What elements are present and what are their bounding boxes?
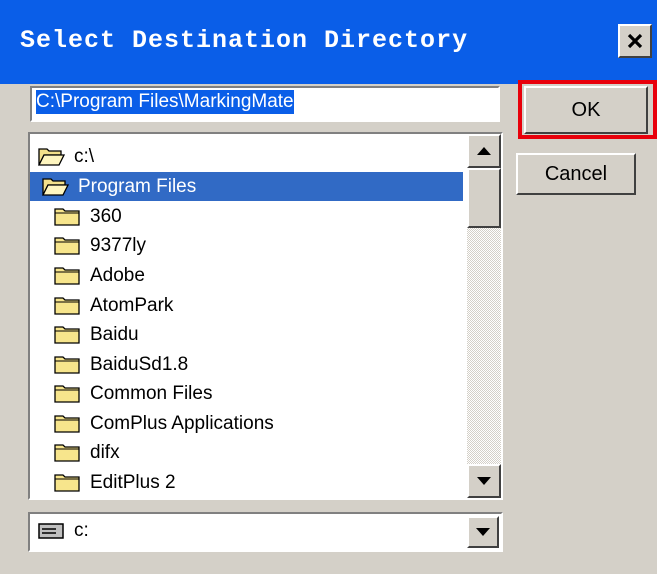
directory-item[interactable]: ComPlus Applications bbox=[30, 409, 463, 438]
directory-item-label: c:\ bbox=[74, 145, 95, 167]
folder-icon bbox=[54, 267, 80, 285]
directory-item-label: Baidu bbox=[90, 323, 139, 345]
directory-item-label: Common Files bbox=[90, 382, 213, 404]
down-arrow-icon bbox=[477, 477, 491, 485]
directory-item[interactable]: 9377ly bbox=[30, 231, 463, 260]
folder-icon bbox=[54, 415, 80, 433]
directory-item[interactable]: Common Files bbox=[30, 379, 463, 408]
directory-item[interactable]: BaiduSd1.8 bbox=[30, 350, 463, 379]
directory-item-label: EditPlus 2 bbox=[90, 471, 176, 493]
chevron-down-icon bbox=[476, 528, 490, 536]
drive-dropdown-button[interactable] bbox=[467, 516, 499, 548]
folder-icon bbox=[54, 326, 80, 344]
drive-label: c: bbox=[74, 520, 89, 541]
directory-list: c:\ Program Files 360 9377ly Adobe AtomPark Ba… bbox=[30, 134, 463, 498]
path-input[interactable]: C:\Program Files\MarkingMate bbox=[30, 86, 500, 122]
directory-item-label: Program Files bbox=[75, 175, 200, 198]
dialog-title: Select Destination Directory bbox=[20, 26, 469, 55]
directory-listbox[interactable]: c:\ Program Files 360 9377ly Adobe AtomPark Ba… bbox=[28, 132, 503, 500]
scroll-thumb[interactable] bbox=[467, 168, 501, 228]
directory-item-label: BaiduSd1.8 bbox=[90, 353, 189, 375]
directory-item[interactable]: 360 bbox=[30, 202, 463, 231]
cancel-button[interactable]: Cancel bbox=[516, 153, 636, 195]
directory-item[interactable]: Baidu bbox=[30, 320, 463, 349]
directory-item-label: 9377ly bbox=[90, 234, 146, 256]
open-folder-icon bbox=[38, 148, 65, 166]
folder-icon bbox=[54, 356, 80, 374]
title-bar[interactable]: Select Destination Directory bbox=[0, 0, 657, 84]
drive-select[interactable]: c: bbox=[28, 512, 503, 552]
folder-icon bbox=[54, 237, 80, 255]
close-icon bbox=[627, 33, 643, 49]
scroll-down-button[interactable] bbox=[467, 464, 501, 498]
scroll-up-button[interactable] bbox=[467, 134, 501, 168]
directory-item-label: Adobe bbox=[90, 264, 145, 286]
open-folder-icon bbox=[42, 178, 69, 196]
drive-icon bbox=[38, 523, 64, 539]
directory-item[interactable]: Adobe bbox=[30, 261, 463, 290]
folder-icon bbox=[54, 385, 80, 403]
directory-item[interactable]: Program Files bbox=[30, 172, 463, 201]
folder-icon bbox=[54, 474, 80, 492]
drive-select-value: c: bbox=[38, 520, 89, 542]
directory-item-label: 360 bbox=[90, 205, 122, 227]
directory-item[interactable]: AtomPark bbox=[30, 291, 463, 320]
directory-item[interactable]: c:\ bbox=[30, 142, 463, 171]
directory-item-label: ComPlus Applications bbox=[90, 412, 274, 434]
up-arrow-icon bbox=[477, 147, 491, 155]
directory-item[interactable]: EditPlus 2 bbox=[30, 468, 463, 497]
path-input-text: C:\Program Files\MarkingMate bbox=[36, 90, 294, 114]
directory-item[interactable]: difx bbox=[30, 438, 463, 467]
vertical-scrollbar[interactable] bbox=[467, 134, 501, 498]
close-button[interactable] bbox=[618, 24, 652, 58]
folder-icon bbox=[54, 208, 80, 226]
folder-icon bbox=[54, 297, 80, 315]
directory-item-label: AtomPark bbox=[90, 294, 174, 316]
folder-icon bbox=[54, 444, 80, 462]
directory-item-label: difx bbox=[90, 441, 120, 463]
ok-button[interactable]: OK bbox=[524, 86, 648, 134]
